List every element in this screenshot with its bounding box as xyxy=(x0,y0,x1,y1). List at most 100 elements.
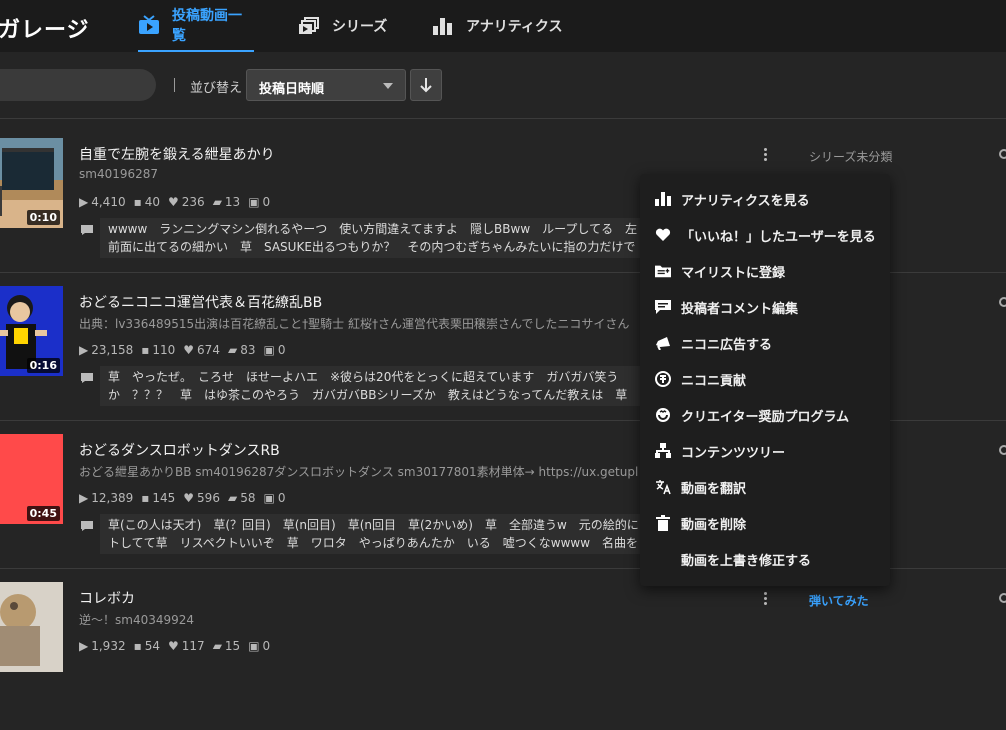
menu-item-label: コンテンツツリー xyxy=(681,445,786,461)
series-stack-icon xyxy=(298,17,320,35)
comment-icon: ▪ xyxy=(141,491,150,505)
likes-count: 117 xyxy=(181,639,205,653)
comment-line: 草(この人は天才) 草(？回目) 草(n回目) 草(n回目 草(2かいめ) 草 … xyxy=(108,518,639,532)
menu-item-translate[interactable]: 動画を翻訳 xyxy=(640,469,890,505)
trash-icon xyxy=(655,515,671,531)
comment-icon: ▪ xyxy=(133,639,142,653)
comment-line: トしてて草 リスペクトいいぞ 草 ワロタ やっぱりあんたか いる 嘘つくなwww… xyxy=(108,536,639,550)
stat-likes: ♥ 596 xyxy=(183,491,220,505)
gift-icon: ▣ xyxy=(248,639,260,653)
stat-mylists: ▰ 15 xyxy=(213,639,241,653)
visibility-icon[interactable] xyxy=(999,593,1006,603)
video-thumbnail[interactable]: 0:10 xyxy=(0,138,63,228)
video-context-menu: アナリティクスを見る 「いいね！」したユーザーを見る マイリストに登録 投稿者コ… xyxy=(640,174,890,586)
more-options-button[interactable] xyxy=(759,591,771,607)
comment-bubble-icon xyxy=(81,521,93,531)
video-thumbnail[interactable]: 0:45 xyxy=(0,434,63,524)
mylists-count: 13 xyxy=(224,195,241,209)
stat-comments: ▪ 110 xyxy=(141,343,175,357)
video-title[interactable]: コレボカ xyxy=(79,588,135,608)
menu-item-label: マイリストに登録 xyxy=(681,265,786,281)
stat-likes: ♥ 236 xyxy=(168,195,205,209)
stat-views: ▶ 4,410 xyxy=(79,195,126,209)
video-title[interactable]: おどるダンスロボットダンスRB xyxy=(79,440,280,460)
gifts-count: 0 xyxy=(277,491,286,505)
menu-item-creator-reward[interactable]: クリエイター奨励プログラム xyxy=(640,397,890,433)
stat-views: ▶ 12,389 xyxy=(79,491,133,505)
views-count: 12,389 xyxy=(91,491,134,505)
bar-chart-icon xyxy=(655,191,671,207)
bar-chart-icon xyxy=(432,17,454,35)
comment-edit-icon xyxy=(655,299,671,315)
tab-analytics[interactable]: アナリティクス xyxy=(432,0,562,52)
tab-label: シリーズ xyxy=(332,19,388,35)
heart-icon: ♥ xyxy=(183,491,195,505)
video-thumbnail[interactable]: 0:16 xyxy=(0,286,63,376)
menu-item-label: 動画を上書き修正する xyxy=(681,553,812,569)
menu-item-edit-owner-comment[interactable]: 投稿者コメント編集 xyxy=(640,289,890,325)
play-icon: ▶ xyxy=(79,639,89,653)
menu-item-nicoad[interactable]: ニコニ広告する xyxy=(640,325,890,361)
series-label[interactable]: シリーズ未分類 xyxy=(809,148,892,165)
stat-mylists: ▰ 83 xyxy=(228,343,256,357)
toolbar-divider xyxy=(174,78,175,92)
mylists-count: 83 xyxy=(240,343,256,357)
stat-gifts: ▣ 0 xyxy=(248,639,270,653)
video-title[interactable]: おどるニコニコ運営代表＆百花繚乱BB xyxy=(79,292,322,312)
comment-line: か ？？？ 草 はゆ茶このやろう ガバガバBBシリーズか 教えはどうなってんだ教… xyxy=(108,388,628,402)
duration-badge: 0:45 xyxy=(26,506,60,521)
tab-uploaded-videos[interactable]: 投稿動画一覧 xyxy=(138,0,254,52)
recent-comments: wwww ランニングマシン倒れるやーつ 使い方間違えてますよ 隠しBBww ルー… xyxy=(100,218,640,258)
duration-badge: 0:16 xyxy=(26,358,60,373)
gift-icon: ▣ xyxy=(248,195,260,209)
recent-comments: 草(この人は天才) 草(？回目) 草(n回目) 草(n回目 草(2かいめ) 草 … xyxy=(100,514,640,554)
search-input[interactable] xyxy=(0,69,156,101)
menu-item-delete[interactable]: 動画を削除 xyxy=(640,505,890,541)
more-options-button[interactable] xyxy=(759,147,771,163)
video-title[interactable]: 自重で左腕を鍛える紲星あかり xyxy=(79,144,275,164)
views-count: 1,932 xyxy=(91,639,126,653)
translate-icon xyxy=(655,479,671,495)
heart-icon xyxy=(655,227,671,243)
video-stats: ▶ 23,158 ▪ 110 ♥ 674 ▰ 83 ▣ 0 xyxy=(79,343,285,357)
duration-badge: 0:10 xyxy=(26,210,60,225)
video-thumbnail[interactable] xyxy=(0,582,63,672)
video-stats: ▶ 4,410 ▪ 40 ♥ 236 ▰ 13 ▣ 0 xyxy=(79,195,270,209)
likes-count: 236 xyxy=(181,195,205,209)
sort-direction-button[interactable] xyxy=(410,69,442,101)
video-stats: ▶ 1,932 ▪ 54 ♥ 117 ▰ 15 ▣ 0 xyxy=(79,639,270,653)
menu-item-content-tree[interactable]: コンテンツツリー xyxy=(640,433,890,469)
video-stats: ▶ 12,389 ▪ 145 ♥ 596 ▰ 58 ▣ 0 xyxy=(79,491,285,505)
video-description: おどる紲星あかりBB sm40196287ダンスロボットダンス sm301778… xyxy=(79,465,639,479)
menu-item-contribute[interactable]: ニコニ貢献 xyxy=(640,361,890,397)
comment-bubble-icon xyxy=(81,225,93,235)
menu-item-overwrite-video[interactable]: 動画を上書き修正する xyxy=(640,541,890,577)
comment-line: 前面に出てるの細かい 草 SASUKE出るつもりか？ その内つむぎちゃんみたいに… xyxy=(108,240,636,254)
folder-icon: ▰ xyxy=(212,195,222,209)
play-icon: ▶ xyxy=(79,195,89,209)
menu-item-analytics[interactable]: アナリティクスを見る xyxy=(640,181,890,217)
stat-views: ▶ 23,158 xyxy=(79,343,133,357)
top-bar: ガレージ 投稿動画一覧 シリーズ アナリティクス xyxy=(0,0,1006,52)
visibility-icon[interactable] xyxy=(999,297,1006,307)
menu-item-label: 動画を削除 xyxy=(681,517,747,533)
menu-item-label: ニコニ広告する xyxy=(681,337,773,353)
divider xyxy=(0,118,1006,119)
series-link[interactable]: 弾いてみた xyxy=(809,592,869,609)
menu-item-liked-users[interactable]: 「いいね！」したユーザーを見る xyxy=(640,217,890,253)
arrow-down-icon xyxy=(420,78,432,93)
visibility-icon[interactable] xyxy=(999,445,1006,455)
menu-item-add-mylist[interactable]: マイリストに登録 xyxy=(640,253,890,289)
tab-series[interactable]: シリーズ xyxy=(298,0,387,52)
stat-gifts: ▣ 0 xyxy=(263,491,285,505)
tree-icon xyxy=(655,443,671,459)
menu-item-label: クリエイター奨励プログラム xyxy=(681,409,850,425)
comment-line: 草 やったぜ。 ころせ ほせーよハエ ※彼らは20代をとっくに超えています ガバ… xyxy=(108,370,619,384)
sort-select[interactable]: 投稿日時順 xyxy=(246,69,406,101)
brand-title: ガレージ xyxy=(0,18,90,43)
sort-label: 並び替え xyxy=(190,81,243,96)
visibility-icon[interactable] xyxy=(999,149,1006,159)
comment-line: wwww ランニングマシン倒れるやーつ 使い方間違えてますよ 隠しBBww ルー… xyxy=(108,222,638,236)
mylists-count: 58 xyxy=(240,491,256,505)
mylists-count: 15 xyxy=(224,639,241,653)
